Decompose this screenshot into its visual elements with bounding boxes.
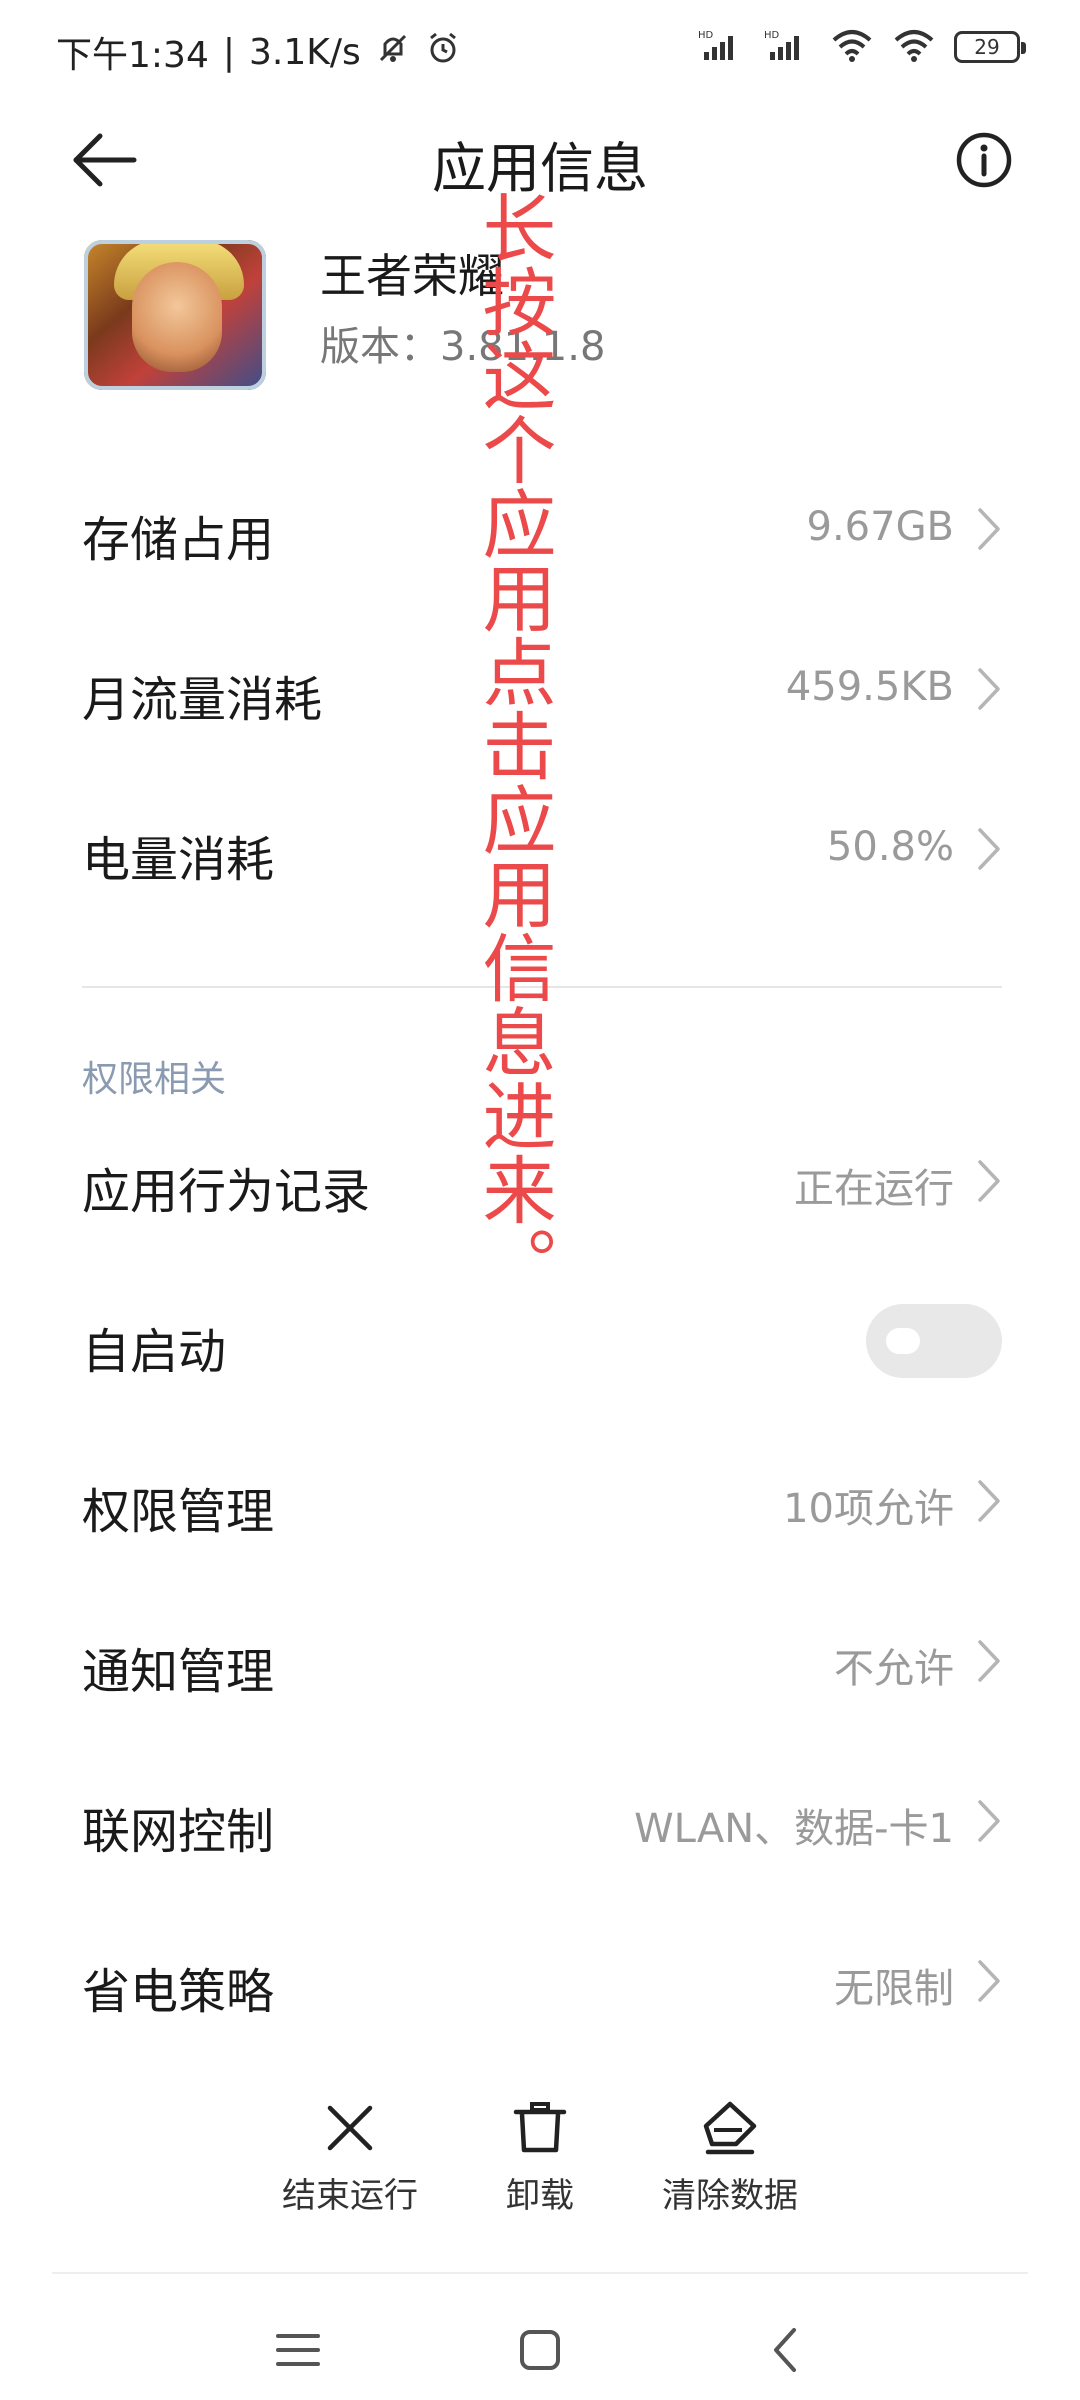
menu-icon[interactable] bbox=[268, 2320, 328, 2380]
status-right: HD HD 29 bbox=[698, 28, 1026, 66]
chevron-right-icon bbox=[978, 1640, 1000, 1682]
chevron-right-icon bbox=[978, 1480, 1000, 1522]
nav-divider bbox=[52, 2272, 1028, 2274]
navigation-bar bbox=[0, 2290, 1080, 2400]
status-left: 下午1:34 | 3.1K/s bbox=[56, 26, 461, 78]
app-icon-rim bbox=[84, 240, 266, 390]
uninstall-button[interactable]: 卸载 bbox=[440, 2100, 640, 2217]
chevron-right-icon bbox=[978, 668, 1000, 710]
home-icon[interactable] bbox=[510, 2320, 570, 2380]
row-label: 存储占用 bbox=[82, 512, 275, 568]
row-label: 通知管理 bbox=[82, 1644, 275, 1700]
eraser-icon bbox=[703, 2101, 757, 2155]
info-icon[interactable] bbox=[954, 130, 1014, 190]
alarm-icon bbox=[425, 30, 461, 75]
network-control-row[interactable]: 联网控制 WLAN、数据-卡1 bbox=[82, 1764, 1002, 1874]
autostart-row: 自启动 bbox=[82, 1284, 1002, 1394]
chevron-right-icon bbox=[978, 1960, 1000, 2002]
row-label: 应用行为记录 bbox=[82, 1164, 371, 1220]
clear-data-button[interactable]: 清除数据 bbox=[630, 2100, 830, 2217]
row-label: 电量消耗 bbox=[82, 832, 275, 888]
hd-signal-icon: HD bbox=[764, 28, 812, 66]
permission-management-row[interactable]: 权限管理 10项允许 bbox=[82, 1444, 1002, 1554]
force-stop-button[interactable]: 结束运行 bbox=[250, 2100, 450, 2217]
close-icon bbox=[327, 2105, 373, 2151]
action-label: 卸载 bbox=[506, 2176, 574, 2216]
row-value: 9.67GB bbox=[806, 504, 955, 550]
wifi-icon bbox=[892, 28, 936, 66]
row-label: 权限管理 bbox=[82, 1484, 275, 1540]
row-value: 无限制 bbox=[834, 1966, 954, 2012]
row-value: 不允许 bbox=[834, 1646, 954, 1692]
notification-management-row[interactable]: 通知管理 不允许 bbox=[82, 1604, 1002, 1714]
row-value: WLAN、数据-卡1 bbox=[634, 1806, 954, 1852]
hd-signal-icon: HD bbox=[698, 28, 746, 66]
row-label: 联网控制 bbox=[82, 1804, 275, 1860]
row-value: 50.8% bbox=[826, 824, 954, 870]
row-value: 459.5KB bbox=[785, 664, 954, 710]
chevron-right-icon bbox=[978, 508, 1000, 550]
trash-icon bbox=[513, 2102, 567, 2153]
autostart-toggle[interactable] bbox=[866, 1304, 1002, 1378]
mute-icon bbox=[375, 30, 411, 75]
status-bar: 下午1:34 | 3.1K/s HD HD 29 bbox=[0, 0, 1080, 100]
row-value: 10项允许 bbox=[783, 1486, 954, 1532]
network-speed: 3.1K/s bbox=[248, 31, 361, 73]
status-separator: | bbox=[222, 31, 235, 73]
app-icon bbox=[84, 240, 266, 390]
svg-text:HD: HD bbox=[698, 30, 714, 41]
battery-icon: 29 bbox=[954, 31, 1026, 63]
action-bar: 结束运行 卸载 清除数据 bbox=[0, 2100, 1080, 2240]
section-title: 权限相关 bbox=[82, 1059, 227, 1100]
status-time: 下午1:34 bbox=[56, 35, 209, 76]
battery-level: 29 bbox=[974, 35, 1000, 59]
app-version: 版本：3.81.1.8 bbox=[320, 324, 606, 370]
row-label: 省电策略 bbox=[82, 1964, 275, 2020]
action-label: 结束运行 bbox=[282, 2176, 418, 2216]
row-value: 正在运行 bbox=[794, 1166, 954, 1212]
toggle-knob bbox=[886, 1328, 920, 1354]
back-icon[interactable] bbox=[756, 2320, 816, 2380]
battery-saver-row[interactable]: 省电策略 无限制 bbox=[82, 1924, 1002, 2034]
wifi-icon bbox=[830, 28, 874, 66]
overlay-annotation: 长按这个应用点击应用信息进来。 bbox=[470, 190, 556, 1300]
row-label: 月流量消耗 bbox=[82, 672, 323, 728]
row-label: 自启动 bbox=[82, 1324, 227, 1380]
chevron-right-icon bbox=[978, 828, 1000, 870]
action-label: 清除数据 bbox=[662, 2176, 798, 2216]
chevron-right-icon bbox=[978, 1160, 1000, 1202]
svg-text:HD: HD bbox=[764, 30, 780, 41]
chevron-right-icon bbox=[978, 1800, 1000, 1842]
